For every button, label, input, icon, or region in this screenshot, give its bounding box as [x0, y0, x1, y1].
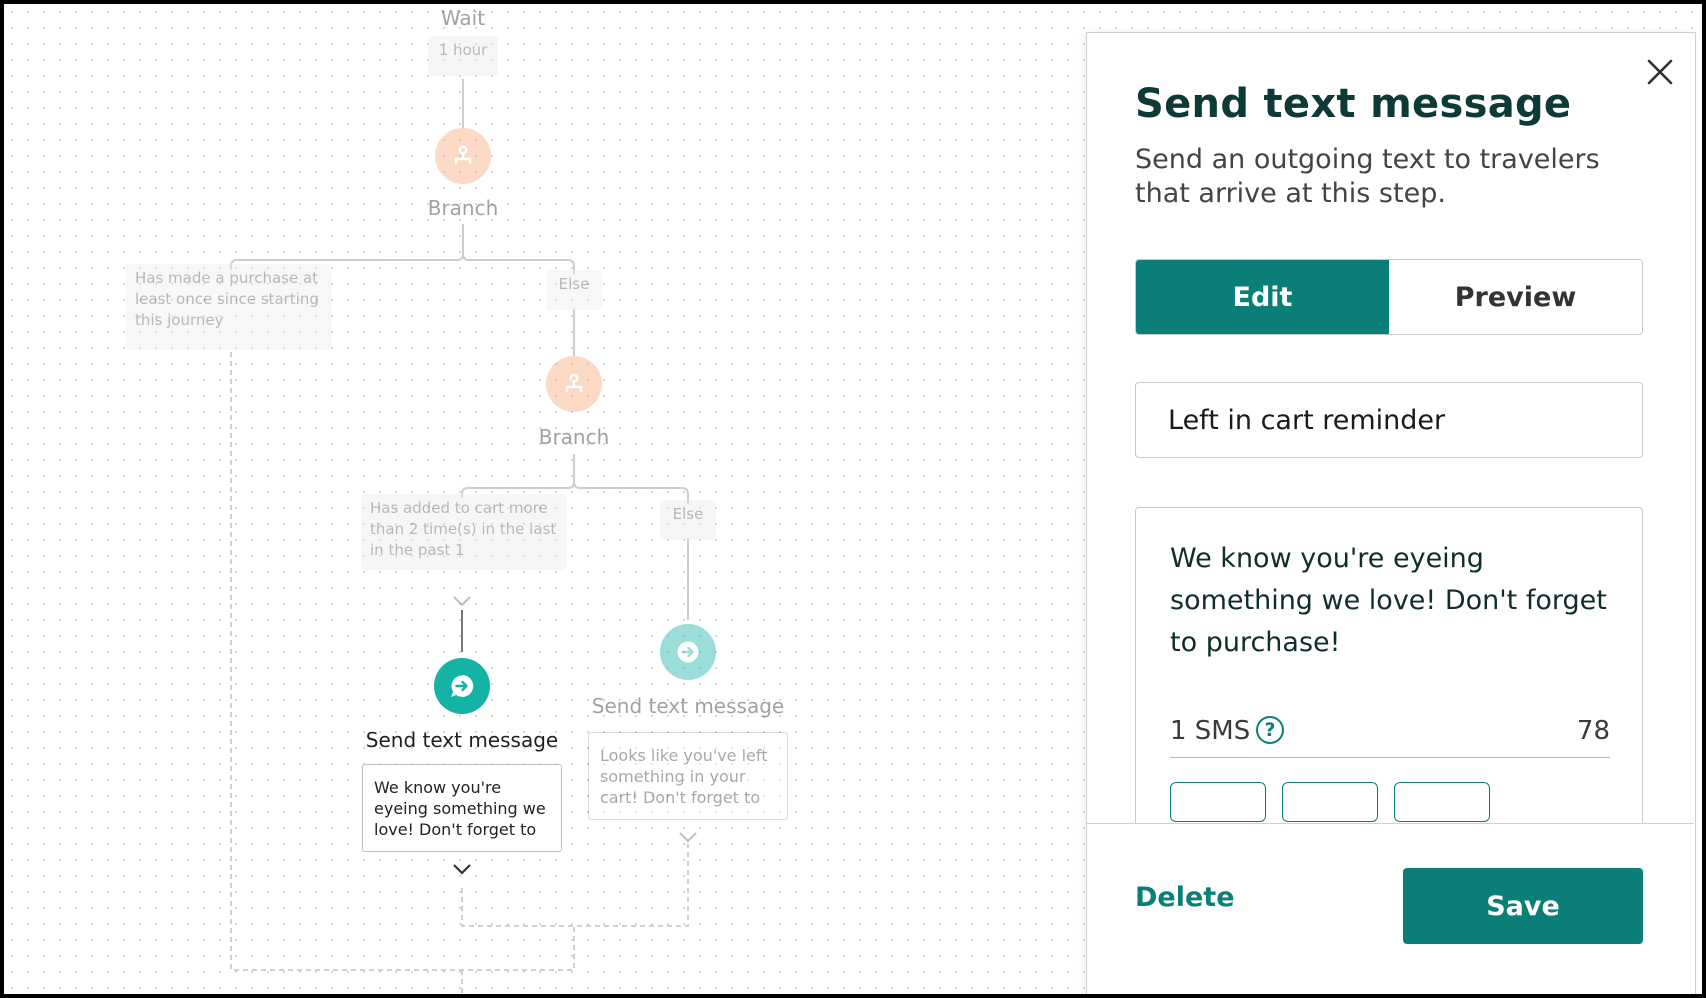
insert-chip-3[interactable] — [1394, 782, 1490, 822]
message-arrow-icon — [451, 674, 474, 697]
send-text-node-active[interactable] — [434, 658, 490, 714]
close-icon[interactable] — [1643, 55, 1677, 89]
panel-title: Send text message — [1135, 81, 1572, 127]
branch-node-2[interactable] — [546, 356, 602, 412]
save-button[interactable]: Save — [1403, 868, 1643, 944]
branch-2-else[interactable]: Else — [660, 500, 716, 540]
send-text-label-active: Send text message — [365, 728, 559, 752]
chevron-down-icon[interactable] — [451, 862, 473, 876]
panel-description: Send an outgoing text to travelers that … — [1135, 144, 1600, 209]
tab-preview[interactable]: Preview — [1389, 260, 1642, 334]
panel-footer: Delete Save — [1087, 823, 1694, 994]
chevron-down-icon[interactable] — [451, 594, 473, 608]
sms-info-row: 1 SMS ? 78 — [1170, 708, 1610, 758]
message-body-input[interactable]: We know you're eyeing something we love!… — [1170, 538, 1610, 668]
send-text-preview-else[interactable]: Looks like you've left something in your… — [588, 732, 788, 820]
message-name-input[interactable] — [1135, 382, 1643, 458]
tab-edit[interactable]: Edit — [1136, 260, 1389, 334]
send-text-preview-active[interactable]: We know you're eyeing something we love!… — [362, 764, 562, 852]
branch-1-condition[interactable]: Has made a purchase at least once since … — [126, 264, 332, 350]
message-body-box: We know you're eyeing something we love!… — [1135, 507, 1643, 827]
chevron-down-icon[interactable] — [677, 830, 699, 844]
wait-duration-tag: 1 hour — [428, 36, 498, 76]
insert-chip-1[interactable] — [1170, 782, 1266, 822]
send-text-node-else[interactable] — [660, 624, 716, 680]
branch-node-1[interactable] — [435, 128, 491, 184]
branch-label-2: Branch — [538, 425, 610, 449]
step-settings-panel: Send text message Send an outgoing text … — [1086, 32, 1696, 994]
branch-icon — [454, 145, 472, 165]
branch-icon — [565, 373, 583, 393]
message-arrow-icon — [677, 641, 699, 663]
sms-segment-count: 1 SMS — [1170, 716, 1251, 746]
character-count: 78 — [1576, 716, 1610, 746]
help-icon[interactable]: ? — [1256, 716, 1284, 744]
insert-chip-2[interactable] — [1282, 782, 1378, 822]
wait-label: Wait — [440, 6, 486, 30]
journey-canvas[interactable]: Wait 1 hour Branch Has made a purchase a… — [4, 4, 1702, 994]
edit-preview-tabs: Edit Preview — [1135, 259, 1643, 335]
branch-2-condition[interactable]: Has added to cart more than 2 time(s) in… — [361, 494, 567, 570]
branch-1-else[interactable]: Else — [546, 270, 602, 310]
branch-label-1: Branch — [427, 196, 499, 220]
send-text-label-else: Send text message — [591, 694, 785, 718]
delete-button[interactable]: Delete — [1135, 882, 1235, 913]
